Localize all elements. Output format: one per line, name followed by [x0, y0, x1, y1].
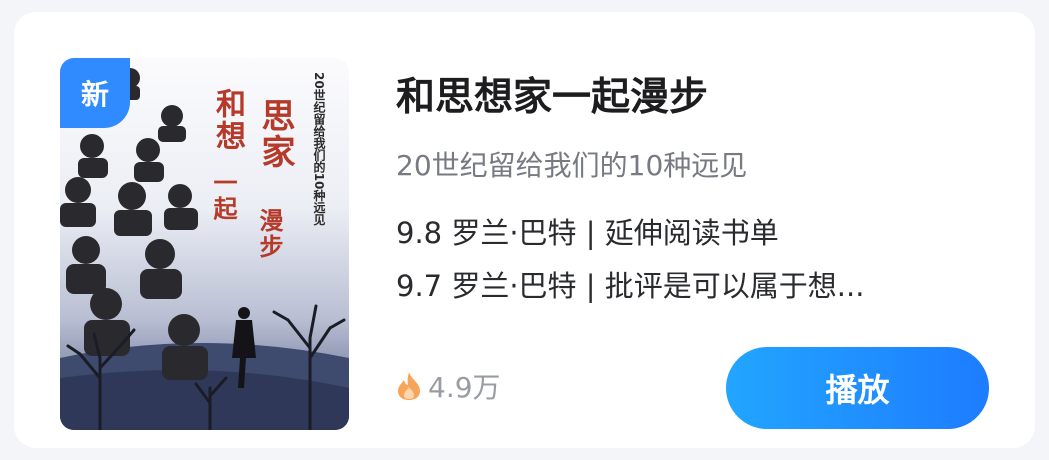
album-title[interactable]: 和思想家一起漫步 — [396, 66, 708, 122]
cover-title-char: 一 — [209, 170, 238, 196]
cover-title-char: 想 — [210, 120, 245, 152]
album-subtitle: 20世纪留给我们的10种远见 — [396, 149, 748, 182]
cover-title-char: 漫 — [255, 208, 284, 234]
cover-title-char: 和 — [210, 88, 245, 120]
cover-title-char: 起 — [209, 196, 238, 222]
play-count-value: 4.9万 — [428, 371, 501, 404]
cover-title-char: 思 — [255, 98, 295, 134]
cover-title-mid: 一起 — [209, 170, 238, 222]
episode-item[interactable]: 9.7 罗兰·巴特 | 批评是可以属于想... — [396, 263, 986, 305]
new-badge: 新 — [60, 58, 130, 128]
play-count: 4.9万 — [396, 366, 501, 406]
cover-title-char: 家 — [255, 134, 295, 170]
album-cover[interactable]: 和想 一起 思家 漫步 20世纪留给我们的10种远见 新 — [60, 58, 349, 430]
cover-title-right: 思家 — [255, 98, 295, 170]
cover-title-lower: 漫步 — [255, 208, 284, 260]
play-button[interactable]: 播放 — [726, 347, 989, 429]
cover-title-left: 和想 — [210, 88, 245, 152]
fire-icon — [398, 372, 420, 400]
cover-title-char: 步 — [255, 234, 284, 260]
episode-item[interactable]: 9.8 罗兰·巴特 | 延伸阅读书单 — [396, 210, 986, 252]
cover-subtitle: 20世纪留给我们的10种远见 — [312, 72, 326, 226]
